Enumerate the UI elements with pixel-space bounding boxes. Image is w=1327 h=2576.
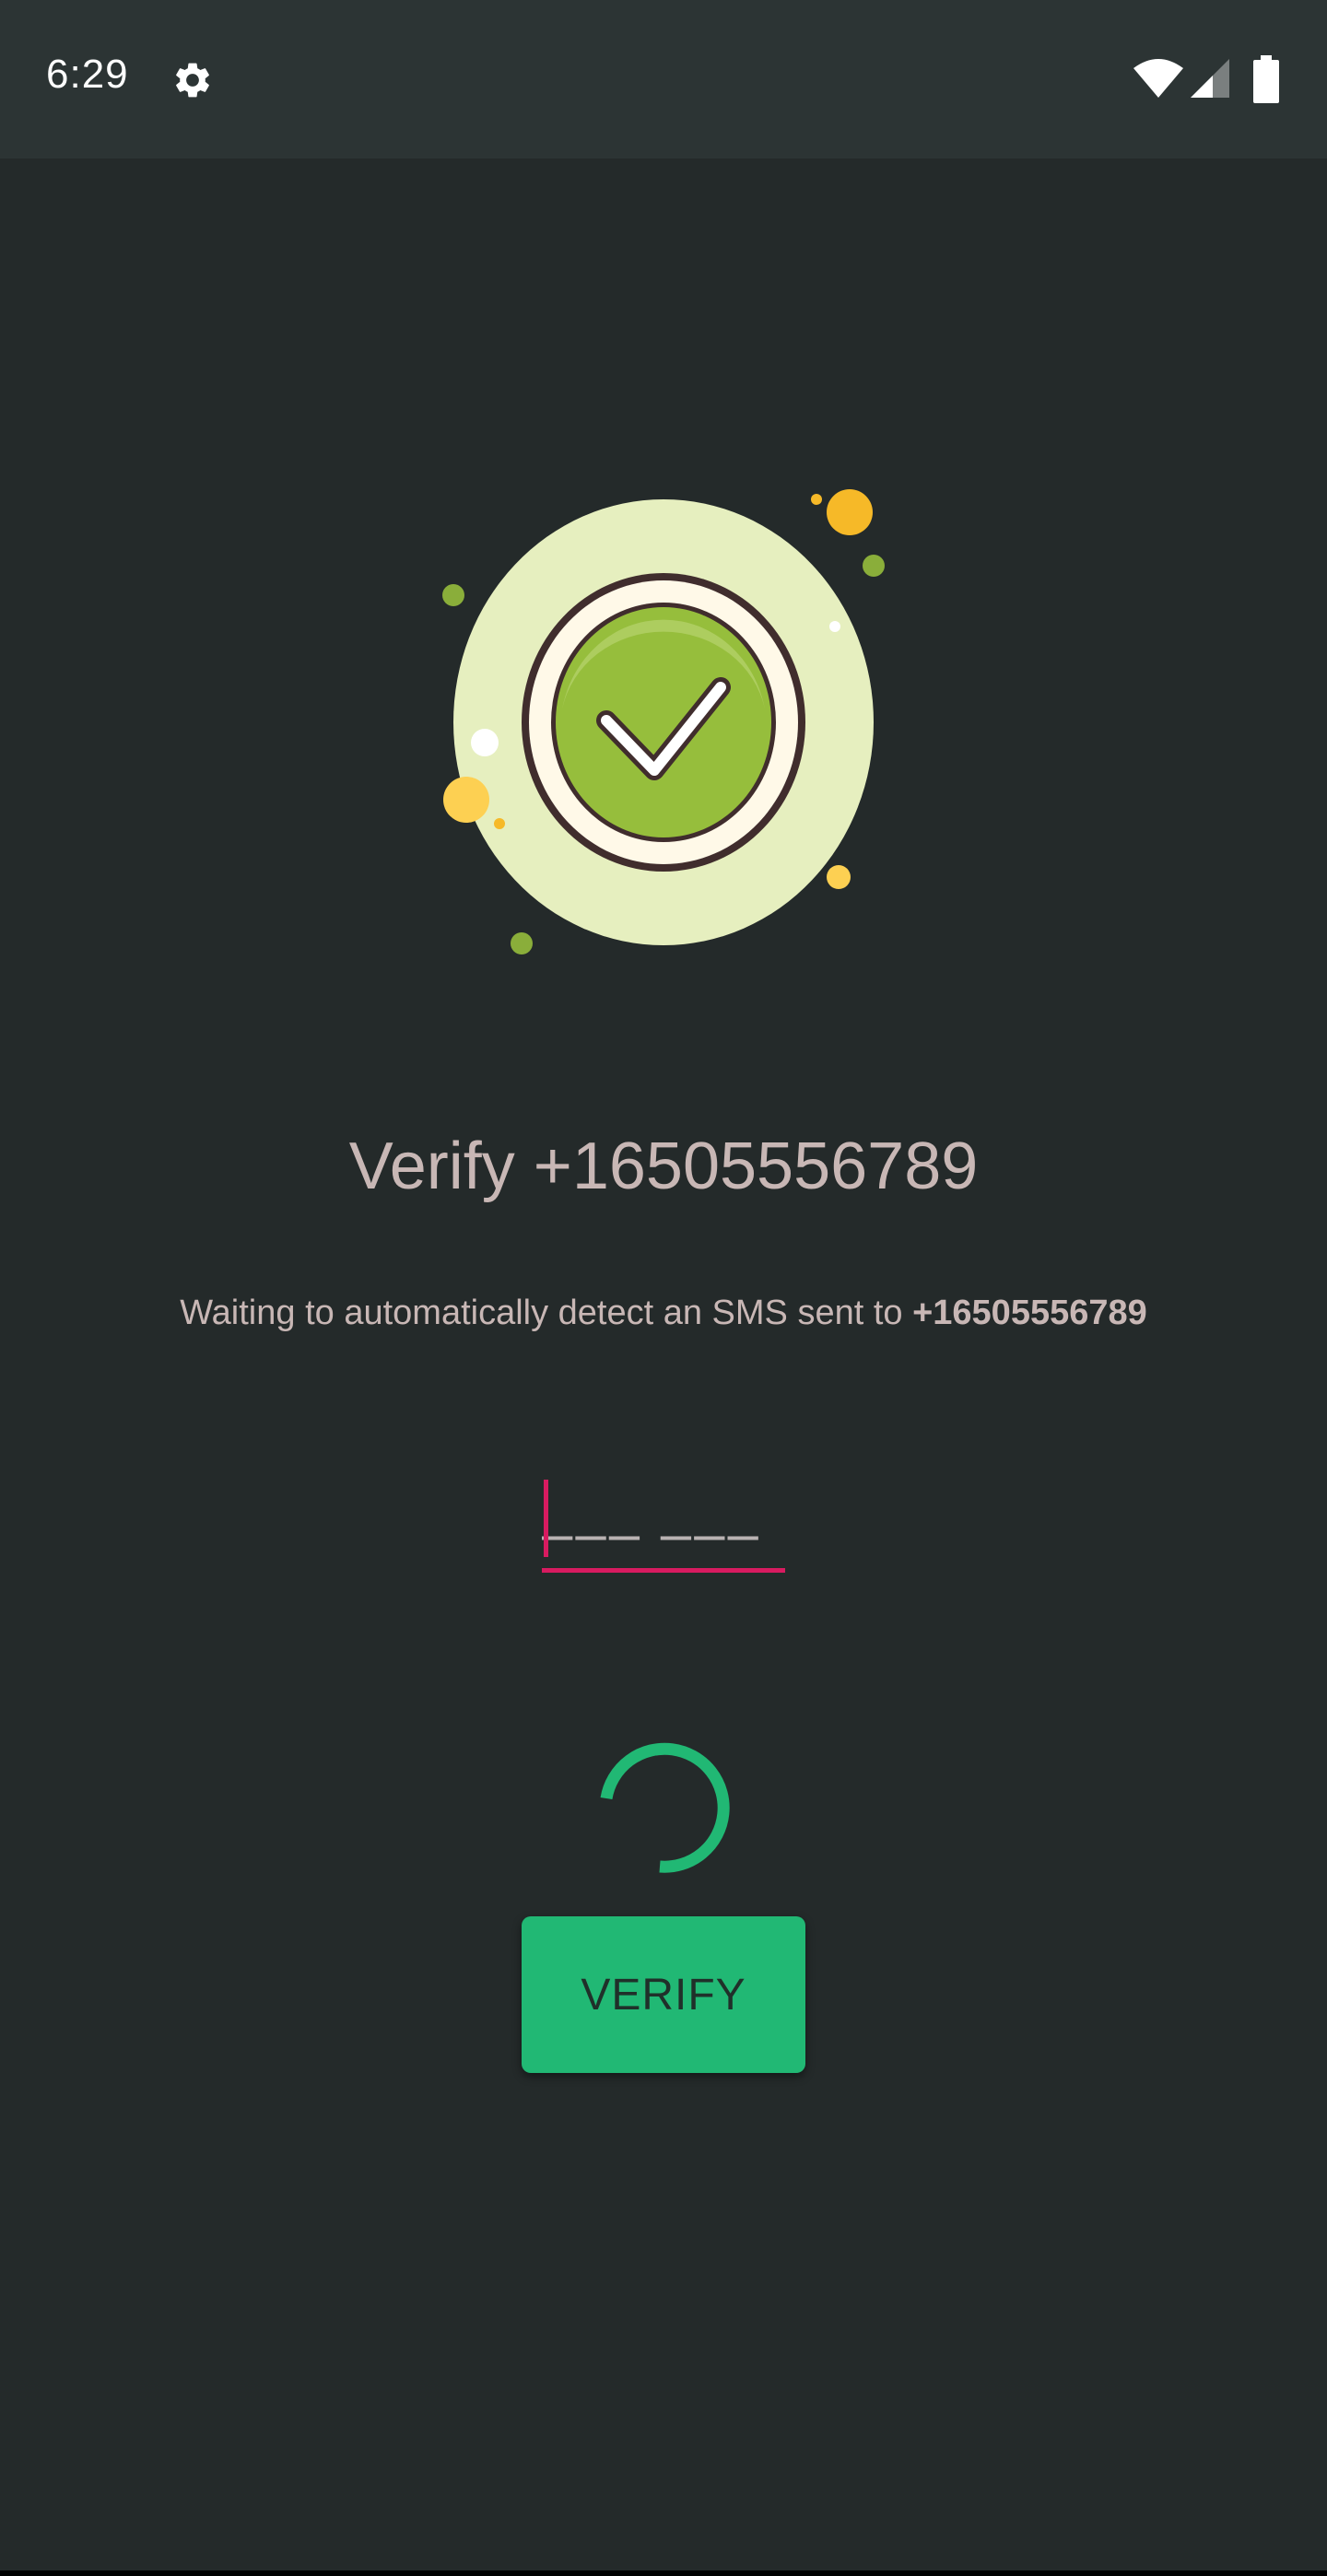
loading-spinner [600, 1742, 730, 1873]
verification-screen: 6:29 Verify +16505556789 Waiting to auto… [0, 0, 1327, 2576]
verified-check-illustration [442, 489, 885, 954]
status-time: 6:29 [46, 52, 129, 97]
sms-wait-message: Waiting to automatically detect an SMS s… [0, 1294, 1327, 1333]
verify-button[interactable]: VERIFY [522, 1916, 805, 2073]
sms-wait-text: Waiting to automatically detect an SMS s… [180, 1294, 913, 1332]
input-underline [542, 1568, 785, 1573]
code-placeholder: ––– ––– [542, 1503, 761, 1564]
battery-icon [1253, 55, 1279, 103]
status-bar: 6:29 [0, 0, 1327, 158]
phone-number: +16505556789 [912, 1294, 1147, 1332]
gear-icon [176, 63, 209, 98]
cell-signal-icon [1191, 59, 1229, 98]
verification-code-input[interactable]: ––– ––– [542, 1480, 785, 1574]
page-title: Verify +16505556789 [348, 1130, 979, 1203]
navigation-bar-edge [0, 2570, 1327, 2576]
wifi-icon [1133, 59, 1183, 98]
text-cursor [544, 1480, 548, 1557]
